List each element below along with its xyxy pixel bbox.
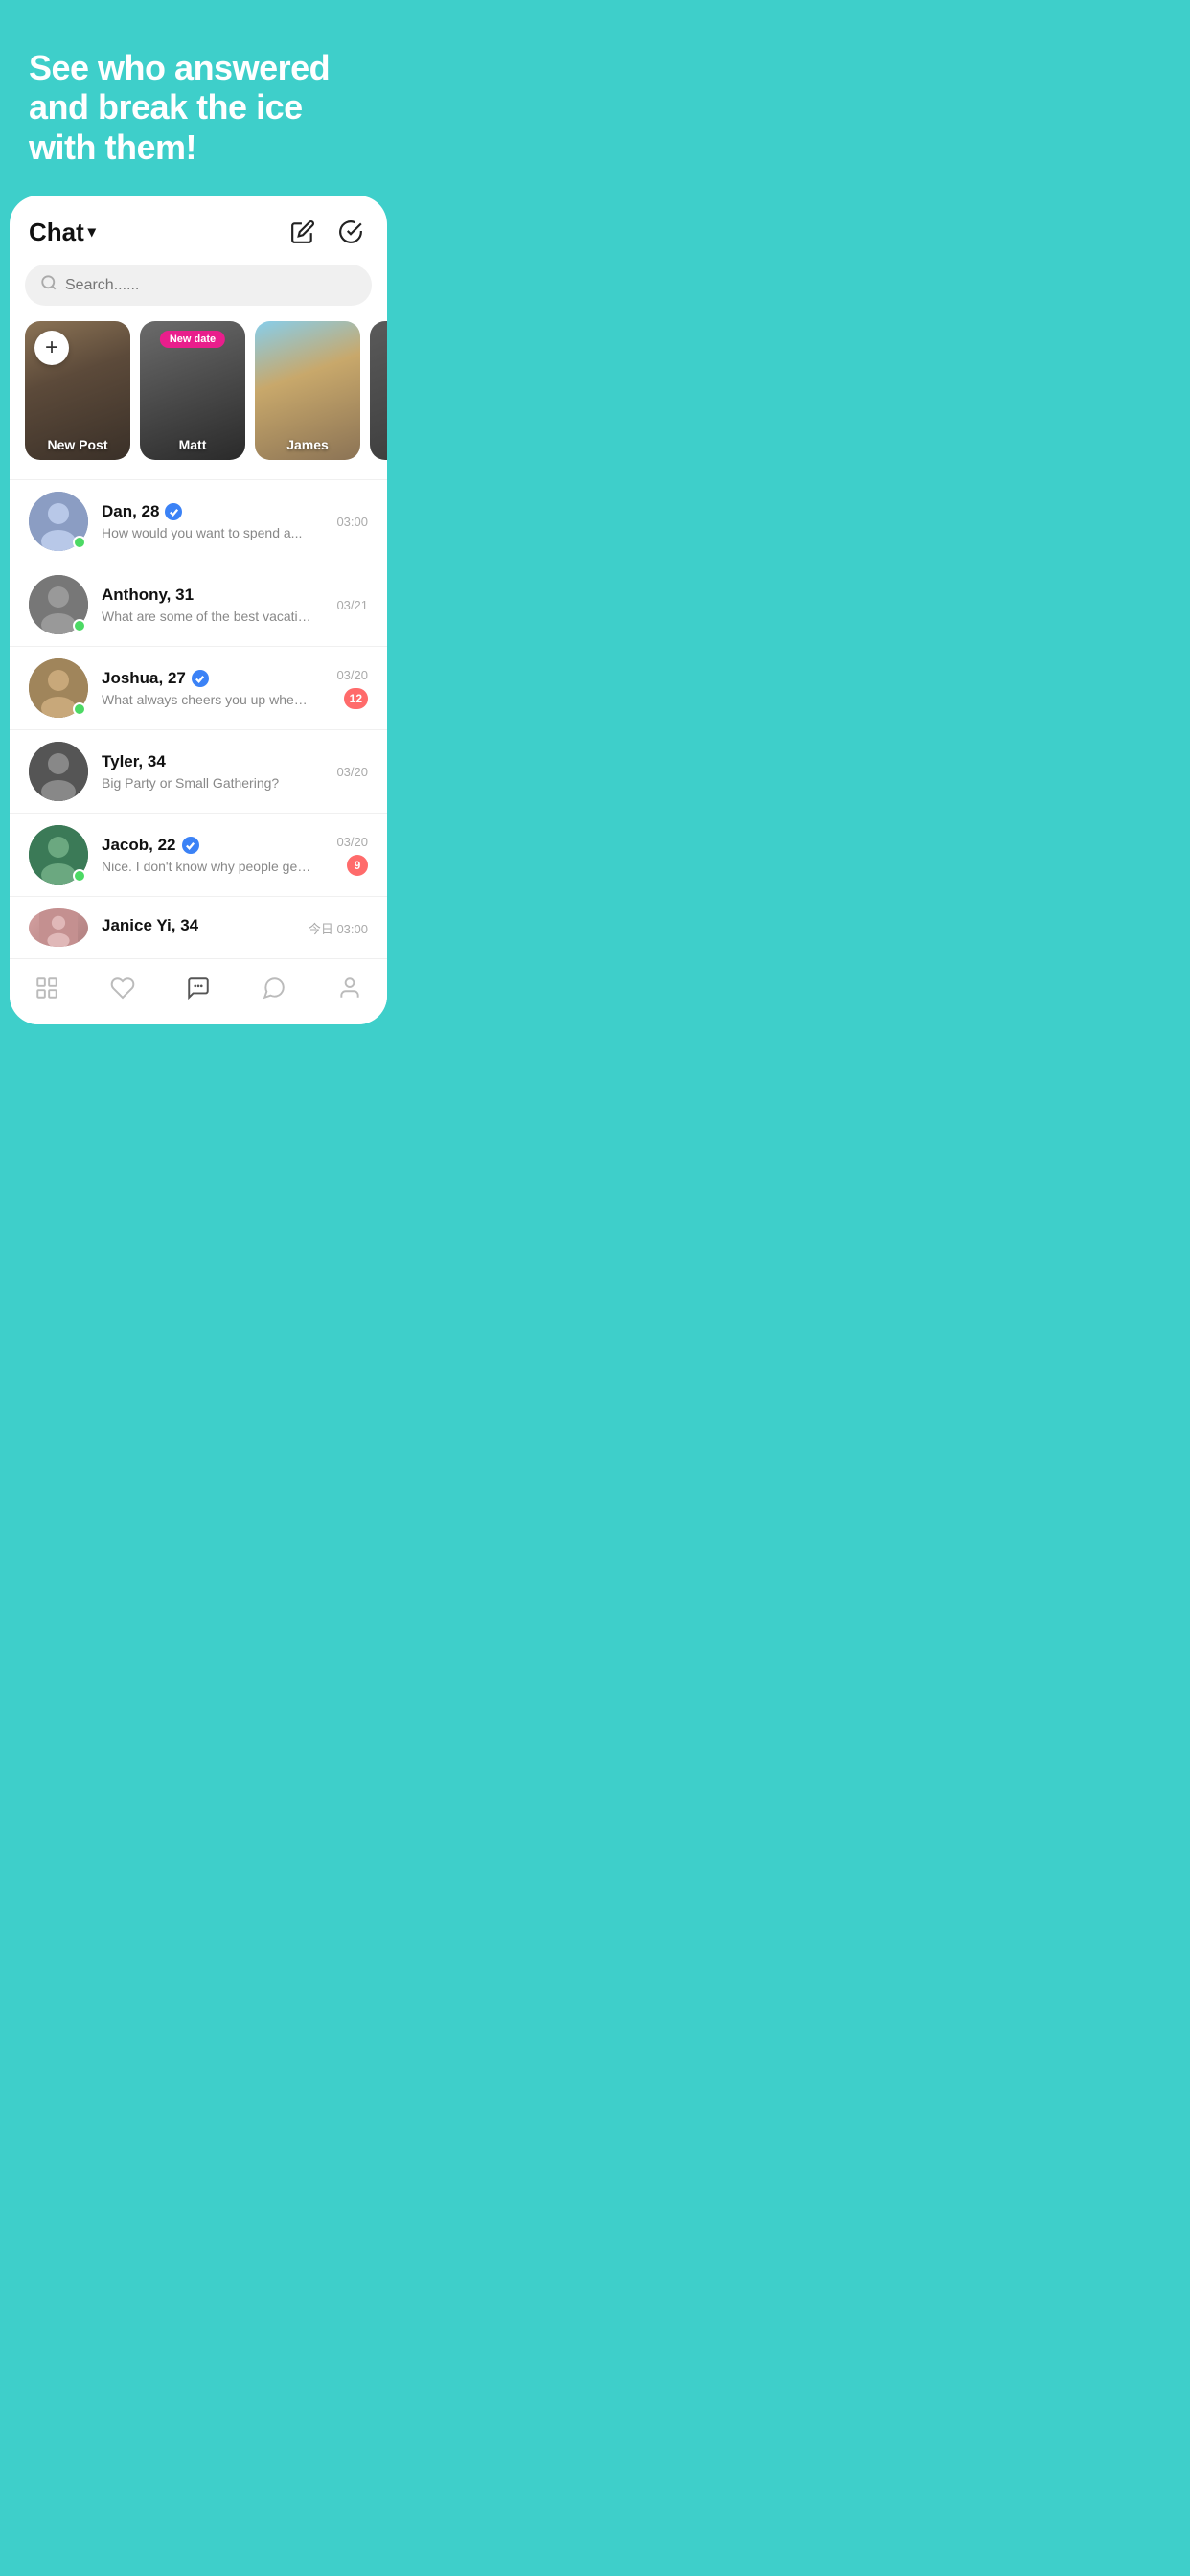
chat-info-anthony: Anthony, 31 What are some of the best va… [102,586,323,624]
chat-item-tyler[interactable]: Tyler, 34 Big Party or Small Gathering? … [10,729,387,813]
heart-icon [109,975,136,1001]
search-input[interactable] [65,277,356,294]
online-indicator-dan [73,536,86,549]
chat-info-jacob: Jacob, 22 Nice. I don't know why people … [102,836,323,874]
chat-name-dan: Dan, 28 [102,502,159,521]
chat-name-joshua: Joshua, 27 [102,669,186,688]
check-circle-button[interactable] [333,215,368,249]
new-post-plus-button[interactable]: + [34,331,69,365]
chat-icon [185,975,212,1001]
app-card: Chat ▾ [10,196,387,1024]
chat-name-row-anthony: Anthony, 31 [102,586,323,605]
search-bar [25,264,372,306]
nav-item-chat[interactable] [170,971,227,1005]
chat-preview-anthony: What are some of the best vacations... [102,609,312,624]
unread-badge-jacob: 9 [347,855,368,876]
search-icon [40,274,57,296]
chat-time-jacob: 03/20 [336,835,368,849]
chat-time-tyler: 03/20 [336,765,368,779]
person-icon [336,975,363,1001]
check-circle-icon [338,219,363,244]
chat-name-anthony: Anthony, 31 [102,586,194,605]
chat-item-anthony[interactable]: Anthony, 31 What are some of the best va… [10,563,387,646]
header-icons [286,215,368,249]
chat-name-row-tyler: Tyler, 34 [102,752,323,771]
chat-time-anthony: 03/21 [336,598,368,612]
story-label-new-post: New Post [25,437,130,452]
avatar-janice [29,908,88,947]
chat-name-janice: Janice Yi, 34 [102,916,198,935]
story-item-james[interactable]: James [255,321,360,460]
nav-item-explore[interactable] [245,971,303,1005]
bottom-nav [10,958,387,1024]
chat-item-jacob[interactable]: Jacob, 22 Nice. I don't know why people … [10,813,387,896]
chat-title-chevron[interactable]: ▾ [88,222,96,242]
story-label-james: James [255,437,360,452]
chat-meta-dan: 03:00 [336,515,368,529]
chat-name-row-janice: Janice Yi, 34 [102,916,295,935]
chat-preview-dan: How would you want to spend a... [102,525,312,540]
chat-time-janice: 今日 03:00 [309,919,368,937]
chat-meta-janice: 今日 03:00 [309,919,368,937]
online-indicator-anthony [73,619,86,632]
nav-item-profile[interactable] [321,971,378,1005]
chat-info-tyler: Tyler, 34 Big Party or Small Gathering? [102,752,323,791]
online-indicator-joshua [73,702,86,716]
chat-item-janice[interactable]: Janice Yi, 34 今日 03:00 [10,896,387,958]
edit-button[interactable] [286,215,320,249]
verified-badge-joshua [192,670,209,687]
avatar-tyler [29,742,88,801]
avatar-wrap-anthony [29,575,88,634]
avatar-wrap-jacob [29,825,88,885]
chat-time-joshua: 03/20 [336,668,368,682]
chat-info-janice: Janice Yi, 34 [102,916,295,939]
chat-meta-joshua: 03/20 12 [336,668,368,709]
chat-title-wrap: Chat ▾ [29,218,96,247]
avatar-wrap-joshua [29,658,88,718]
edit-icon [290,219,315,244]
story-item-matt[interactable]: New date Matt [140,321,245,460]
chat-preview-jacob: Nice. I don't know why people get all wo… [102,859,312,874]
chat-time-dan: 03:00 [336,515,368,529]
stories-row: + New Post New date Matt James Chri... [10,321,387,479]
chat-preview-tyler: Big Party or Small Gathering? [102,775,312,791]
chat-meta-jacob: 03/20 9 [336,835,368,876]
story-item-chris[interactable]: Chri... [370,321,387,460]
card-header: Chat ▾ [10,215,387,264]
chat-name-jacob: Jacob, 22 [102,836,176,855]
avatar-wrap-tyler [29,742,88,801]
new-date-badge: New date [160,331,225,348]
chat-meta-anthony: 03/21 [336,598,368,612]
story-item-new-post[interactable]: + New Post [25,321,130,460]
chat-meta-tyler: 03/20 [336,765,368,779]
chat-name-row-joshua: Joshua, 27 [102,669,323,688]
verified-badge-dan [165,503,182,520]
avatar-wrap-janice [29,908,88,947]
chat-preview-joshua: What always cheers you up when you... [102,692,312,707]
chat-info-joshua: Joshua, 27 What always cheers you up whe… [102,669,323,707]
chat-name-row-jacob: Jacob, 22 [102,836,323,855]
bubble-icon [261,975,287,1001]
chat-title-text: Chat [29,218,84,247]
online-indicator-jacob [73,869,86,883]
story-label-chris: Chri... [370,437,387,452]
chat-item-dan[interactable]: Dan, 28 How would you want to spend a...… [10,479,387,563]
story-label-matt: Matt [140,437,245,452]
unread-badge-joshua: 12 [344,688,368,709]
chat-info-dan: Dan, 28 How would you want to spend a... [102,502,323,540]
nav-item-likes[interactable] [94,971,151,1005]
discover-icon [34,975,60,1001]
chat-name-row-dan: Dan, 28 [102,502,323,521]
hero-section: See who answered and break the ice with … [0,0,397,196]
hero-title: See who answered and break the ice with … [29,48,368,167]
verified-badge-jacob [182,837,199,854]
chat-name-tyler: Tyler, 34 [102,752,166,771]
chat-item-joshua[interactable]: Joshua, 27 What always cheers you up whe… [10,646,387,729]
avatar-wrap-dan [29,492,88,551]
nav-item-discover[interactable] [18,971,76,1005]
chat-list: Dan, 28 How would you want to spend a...… [10,479,387,958]
